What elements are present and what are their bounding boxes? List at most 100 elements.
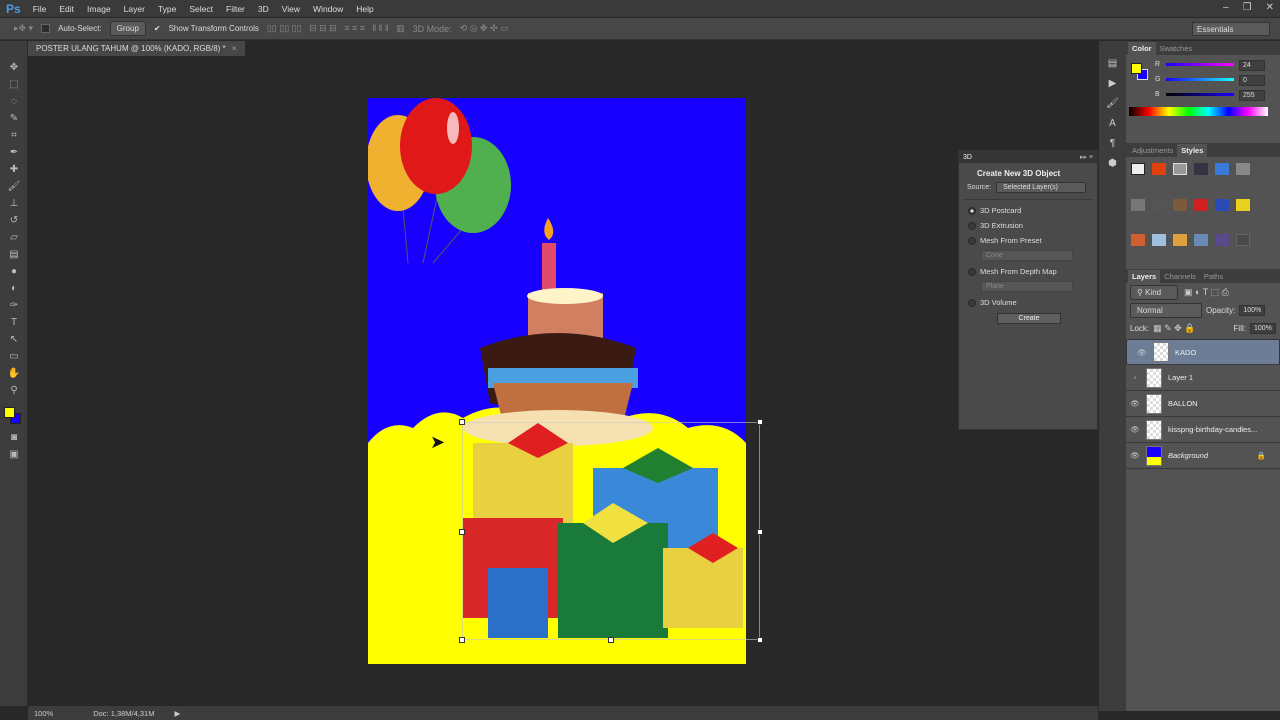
eraser-tool-icon[interactable]: ▱ — [0, 229, 28, 246]
crop-tool-icon[interactable]: ⌗ — [0, 127, 28, 144]
menu-edit[interactable]: Edit — [59, 4, 74, 14]
transform-handle[interactable] — [459, 637, 465, 643]
style-swatch[interactable] — [1236, 163, 1250, 175]
color-swatches[interactable] — [0, 405, 27, 429]
style-swatch[interactable] — [1194, 163, 1208, 175]
status-menu-arrow[interactable]: ▶ — [174, 709, 180, 718]
style-swatch[interactable] — [1236, 198, 1250, 211]
style-swatch[interactable] — [1152, 234, 1166, 247]
tab-layers[interactable]: Layers — [1128, 270, 1161, 283]
brush-tool-icon[interactable]: 🖌 — [0, 178, 28, 195]
style-swatch[interactable] — [1236, 234, 1250, 247]
layer-row[interactable]: ▫ Layer 1 — [1126, 365, 1280, 391]
move-tool-icon[interactable]: ✥ — [0, 59, 28, 76]
eye-icon[interactable]: 👁 — [1126, 399, 1144, 408]
style-swatch[interactable] — [1131, 234, 1145, 247]
g-slider[interactable] — [1166, 78, 1234, 81]
style-swatch[interactable] — [1152, 198, 1166, 211]
eye-icon[interactable]: 👁 — [1133, 348, 1151, 357]
layer-row[interactable]: 👁 Background 🔒 — [1126, 443, 1280, 469]
show-transform-checkbox[interactable]: ✔ — [154, 24, 161, 33]
3d-mode-icons[interactable]: ⟲ ◎ ✥ ✣ ▭ — [460, 23, 509, 34]
visibility-toggle[interactable]: ▫ — [1126, 373, 1144, 382]
move-tool-icon[interactable]: ▸✥ ▾ — [14, 23, 33, 34]
stamp-tool-icon[interactable]: ⊥ — [0, 195, 28, 212]
radio-mesh-from-preset[interactable]: Mesh From Preset — [968, 236, 1097, 245]
auto-select-dropdown[interactable]: Group — [109, 21, 146, 36]
doc-size[interactable]: Doc: 1,38M/4,31M — [93, 709, 154, 718]
eyedropper-tool-icon[interactable]: ✒ — [0, 144, 28, 161]
transform-handle[interactable] — [757, 637, 763, 643]
menu-window[interactable]: Window — [313, 4, 343, 14]
dodge-tool-icon[interactable]: ◐ — [0, 280, 28, 297]
layer-row[interactable]: 👁 KADO — [1126, 339, 1280, 365]
color-spectrum[interactable] — [1129, 107, 1268, 116]
menu-view[interactable]: View — [282, 4, 300, 14]
menu-image[interactable]: Image — [87, 4, 111, 14]
menu-help[interactable]: Help — [356, 4, 373, 14]
3d-panel-icon[interactable]: ⬢ — [1099, 155, 1126, 173]
path-select-icon[interactable]: ↖ — [0, 331, 28, 348]
menu-filter[interactable]: Filter — [226, 4, 245, 14]
g-value[interactable]: 0 — [1239, 75, 1265, 86]
close-tab-icon[interactable]: × — [232, 44, 237, 53]
tab-color[interactable]: Color — [1128, 42, 1156, 55]
style-swatch[interactable] — [1173, 198, 1187, 211]
healing-tool-icon[interactable]: ✚ — [0, 161, 28, 178]
eye-icon[interactable]: 👁 — [1126, 425, 1144, 434]
blend-mode-dropdown[interactable]: Normal — [1130, 302, 1202, 318]
shape-tool-icon[interactable]: ▭ — [0, 348, 28, 365]
menu-type[interactable]: Type — [158, 4, 176, 14]
layer-row[interactable]: 👁 BALLON — [1126, 391, 1280, 417]
history-icon[interactable]: ▤ — [1099, 55, 1126, 73]
marquee-tool-icon[interactable]: ⬚ — [0, 76, 28, 93]
quick-select-tool-icon[interactable]: ✎ — [0, 110, 28, 127]
transform-handle[interactable] — [608, 637, 614, 643]
restore-button[interactable]: ❐ — [1243, 2, 1252, 13]
r-value[interactable]: 24 — [1239, 60, 1265, 71]
transform-handle[interactable] — [459, 529, 465, 535]
close-window-button[interactable]: ✕ — [1266, 2, 1274, 13]
transform-handle[interactable] — [757, 419, 763, 425]
radio-3d-postcard[interactable]: 3D Postcard — [968, 206, 1097, 215]
style-swatch[interactable] — [1215, 234, 1229, 247]
hand-tool-icon[interactable]: ✋ — [0, 365, 28, 382]
r-slider[interactable] — [1166, 63, 1234, 66]
radio-mesh-from-depth-map[interactable]: Mesh From Depth Map — [968, 267, 1097, 276]
history-brush-icon[interactable]: ↺ — [0, 212, 28, 229]
source-dropdown[interactable]: Selected Layer(s) — [996, 182, 1087, 193]
quick-mask-icon[interactable]: ◙ — [0, 429, 28, 446]
menu-select[interactable]: Select — [189, 4, 213, 14]
lock-icons[interactable]: ▦ ✎ ✥ 🔒 — [1153, 323, 1195, 334]
transform-bounding-box[interactable] — [462, 422, 760, 640]
layer-filter-dropdown[interactable]: ⚲ Kind — [1130, 284, 1178, 300]
character-icon[interactable]: A — [1099, 115, 1126, 133]
opacity-input[interactable]: 100% — [1239, 304, 1266, 316]
layer-filter-icons[interactable]: ▣ ◐ T ⬚ ⎙ — [1184, 287, 1229, 298]
lasso-tool-icon[interactable]: ◌ — [0, 93, 28, 110]
fg-color-swatch[interactable] — [1131, 63, 1142, 74]
b-value[interactable]: 255 — [1239, 90, 1265, 101]
radio-3d-extrusion[interactable]: 3D Extrusion — [968, 221, 1097, 230]
fill-input[interactable]: 100% — [1250, 322, 1276, 334]
style-swatch[interactable] — [1215, 198, 1229, 211]
zoom-tool-icon[interactable]: ⚲ — [0, 382, 28, 399]
gradient-tool-icon[interactable]: ▤ — [0, 246, 28, 263]
radio-3d-volume[interactable]: 3D Volume — [968, 298, 1097, 307]
eye-icon[interactable]: 👁 — [1126, 451, 1144, 460]
zoom-level[interactable]: 100% — [34, 709, 53, 718]
style-swatch[interactable] — [1173, 234, 1187, 247]
menu-file[interactable]: File — [33, 4, 47, 14]
create-button[interactable]: Create — [997, 313, 1061, 324]
panel-menu-icon[interactable]: ▸▸ ≡ — [1080, 153, 1093, 161]
style-swatch[interactable] — [1152, 163, 1166, 175]
workspace-dropdown[interactable]: Essentials — [1192, 22, 1270, 36]
minimize-button[interactable]: – — [1223, 2, 1229, 13]
align-icons[interactable]: ▯▯ ▯▯ ▯▯ ⊟ ⊟ ⊟ ≡ ≡ ≡ ‖ ‖ ‖ ▥ — [267, 23, 405, 34]
style-swatch[interactable] — [1215, 163, 1229, 175]
paragraph-icon[interactable]: ¶ — [1099, 135, 1126, 153]
document-tab[interactable]: POSTER ULANG TAHUM @ 100% (KADO, RGB/8) … — [28, 41, 245, 56]
pen-tool-icon[interactable]: ✑ — [0, 297, 28, 314]
style-swatch[interactable] — [1131, 198, 1145, 211]
layer-row[interactable]: 👁 kisspng-birthday-candles... — [1126, 417, 1280, 443]
